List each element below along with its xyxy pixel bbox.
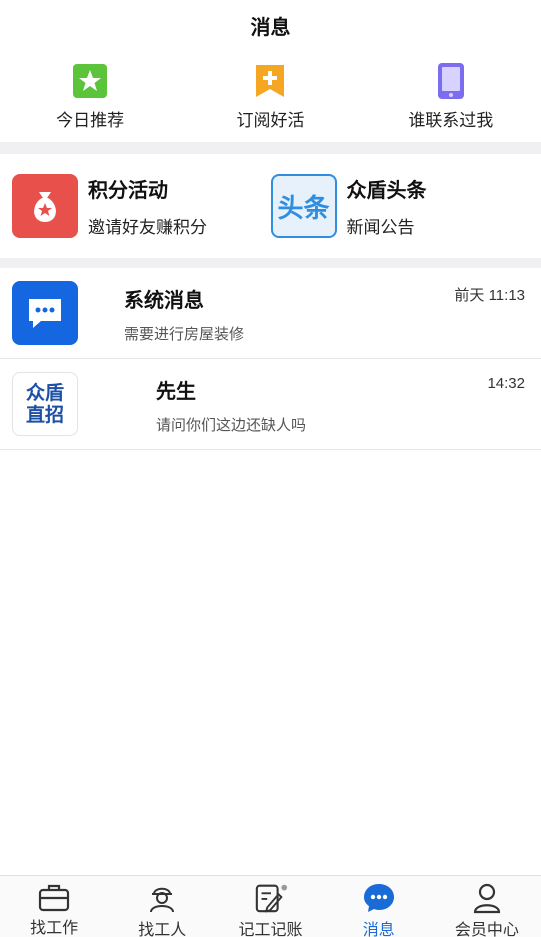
headline-icon: 头条: [270, 174, 337, 238]
quick-action-label: 订阅好活: [236, 111, 305, 130]
message-title: 系统消息: [124, 290, 204, 312]
message-title: 先生: [156, 381, 196, 403]
edit-note-icon: [254, 882, 288, 914]
message-preview: 请问你们这边还缺人吗: [156, 417, 307, 434]
top-bar: 消息: [0, 0, 541, 50]
promo-row: 积分活动 邀请好友赚积分 头条 众盾头条 新闻公告: [0, 154, 541, 258]
phone-icon: [432, 62, 470, 100]
briefcase-icon: [37, 882, 71, 912]
worker-icon: [145, 882, 179, 914]
tab-messages[interactable]: 消息: [325, 876, 433, 937]
chat-bubble-icon: [12, 281, 78, 345]
message-preview: 需要进行房屋装修: [124, 326, 245, 343]
user-icon: [470, 882, 504, 914]
quick-action-label: 今日推荐: [56, 111, 125, 130]
quick-actions: 今日推荐 订阅好活 谁联系过我: [0, 50, 541, 142]
quick-action-label: 谁联系过我: [408, 111, 494, 130]
message-list: 系统消息 需要进行房屋装修 前天 11:13 众盾 直招 先生 请问你们这边还缺…: [0, 268, 541, 450]
message-item-sir[interactable]: 众盾 直招 先生 请问你们这边还缺人吗 14:32: [0, 359, 541, 450]
message-time: 前天 11:13: [454, 287, 525, 304]
tab-member-center[interactable]: 会员中心: [433, 876, 541, 937]
message-time: 14:32: [487, 375, 525, 392]
page-title: 消息: [250, 16, 291, 39]
star-icon: [71, 62, 109, 100]
tab-label: 记工记账: [238, 922, 303, 937]
message-icon: [362, 882, 396, 914]
promo-headlines[interactable]: 头条 众盾头条 新闻公告: [270, 174, 530, 238]
section-divider: [0, 258, 541, 268]
bookmark-plus-icon: [251, 62, 289, 100]
bottom-tab-bar: 找工作 找工人 记工记账 消息 会员中心: [0, 875, 541, 937]
headline-icon-text: 头条: [277, 192, 330, 223]
tab-find-worker[interactable]: 找工人: [108, 876, 216, 937]
tab-label: 会员中心: [454, 922, 519, 937]
message-item-system[interactable]: 系统消息 需要进行房屋装修 前天 11:13: [0, 268, 541, 359]
section-divider: [0, 142, 541, 154]
promo-subtitle: 邀请好友赚积分: [88, 218, 207, 237]
tab-work-records[interactable]: 记工记账: [216, 876, 324, 937]
zhongdun-logo: 众盾 直招: [12, 372, 78, 436]
promo-title: 众盾头条: [346, 180, 427, 202]
quick-action-contacted-me[interactable]: 谁联系过我: [371, 62, 531, 131]
promo-points-activity[interactable]: 积分活动 邀请好友赚积分: [12, 174, 271, 238]
tab-label: 消息: [362, 922, 395, 937]
tab-label: 找工作: [30, 920, 79, 937]
money-bag-icon: [12, 174, 78, 238]
tab-label: 找工人: [138, 922, 187, 937]
logo-line-2: 直招: [25, 404, 64, 426]
quick-action-recommend[interactable]: 今日推荐: [10, 62, 170, 131]
logo-line-1: 众盾: [25, 382, 64, 404]
promo-title: 积分活动: [88, 180, 168, 202]
tab-find-job[interactable]: 找工作: [0, 876, 108, 937]
quick-action-subscribe[interactable]: 订阅好活: [190, 62, 350, 131]
promo-subtitle: 新闻公告: [346, 218, 415, 237]
